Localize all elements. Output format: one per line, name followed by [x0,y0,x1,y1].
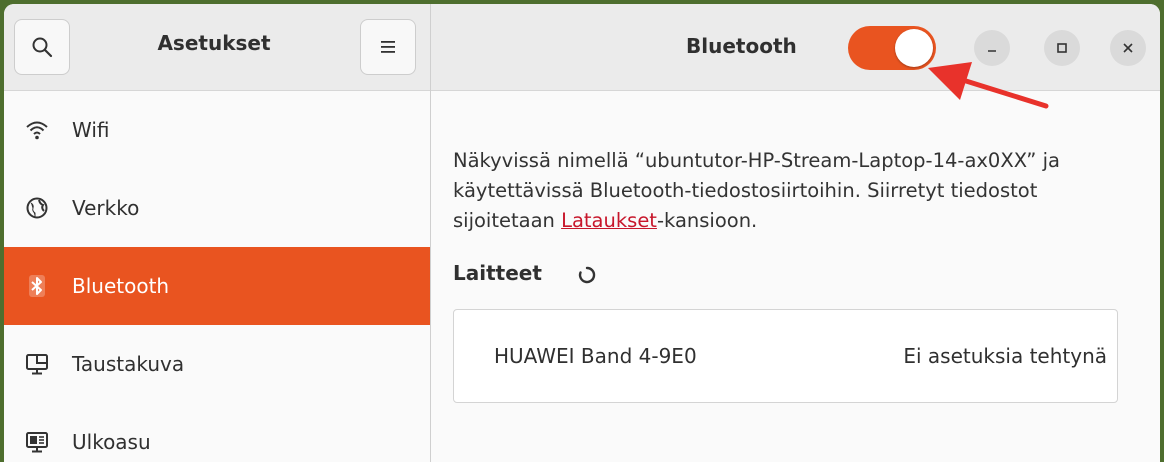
visibility-description: Näkyvissä nimellä “ubuntutor-HP-Stream-L… [453,146,1143,236]
bluetooth-toggle[interactable] [848,26,936,70]
sidebar-item-label: Wifi [72,118,110,142]
sidebar: Wifi Verkko Bluetooth Taustakuva Ulkoasu [4,91,430,462]
toggle-knob [895,29,933,67]
sidebar-item-bluetooth[interactable]: Bluetooth [4,247,430,325]
device-name: HUAWEI Band 4-9E0 [494,344,697,368]
minimize-icon [988,50,996,52]
close-button[interactable] [1110,30,1146,66]
wifi-icon [24,117,50,143]
search-icon [32,37,53,58]
sidebar-item-label: Taustakuva [72,352,185,376]
main-menu-button[interactable] [360,19,416,75]
sidebar-item-label: Verkko [72,196,140,220]
downloads-folder-link[interactable]: Lataukset [561,209,657,232]
page-title: Bluetooth [686,34,797,58]
minimize-button[interactable] [974,30,1010,66]
app-title: Asetukset [157,31,271,55]
maximize-icon [1057,43,1067,53]
maximize-button[interactable] [1044,30,1080,66]
hamburger-menu-icon [381,41,395,53]
sidebar-item-ulkoasu[interactable]: Ulkoasu [4,403,430,462]
search-button[interactable] [14,19,70,75]
device-list: HUAWEI Band 4-9E0 Ei asetuksia tehtynä [453,309,1118,403]
sidebar-item-wifi[interactable]: Wifi [4,91,430,169]
sidebar-item-verkko[interactable]: Verkko [4,169,430,247]
devices-heading: Laitteet [453,261,542,285]
sidebar-item-label: Ulkoasu [72,430,151,454]
bluetooth-icon [24,273,50,299]
device-status: Ei asetuksia tehtynä [903,344,1107,368]
appearance-icon [24,429,50,455]
sidebar-header: Asetukset [4,4,430,91]
background-monitor-icon [24,351,50,377]
sidebar-item-taustakuva[interactable]: Taustakuva [4,325,430,403]
sidebar-item-label: Bluetooth [72,274,170,298]
loading-spinner-icon [578,266,596,284]
close-icon [1123,43,1133,53]
network-globe-icon [24,195,50,221]
description-text-end: -kansioon. [656,209,758,232]
settings-window: Asetukset Bluetooth Wifi Verkko Bluetoot… [4,4,1160,462]
